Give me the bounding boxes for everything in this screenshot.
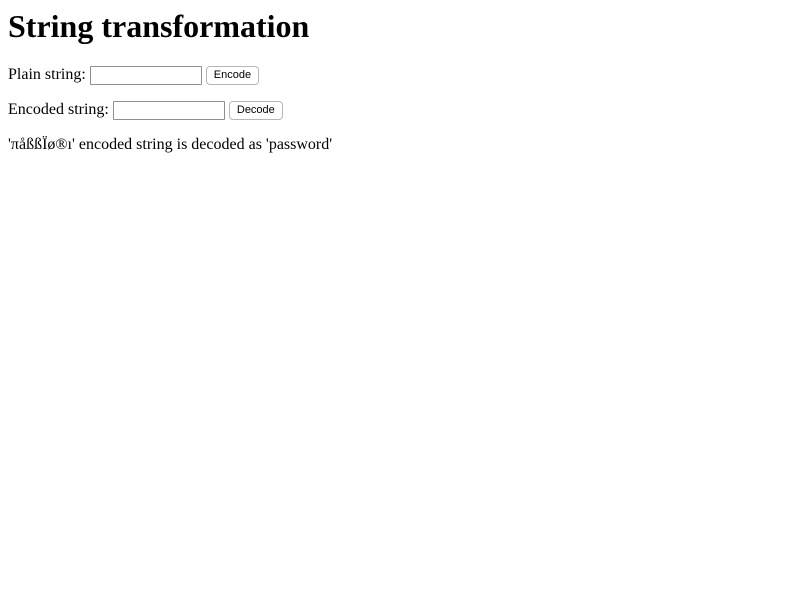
plain-string-label: Plain string: <box>8 66 86 83</box>
page: String transformation Plain string: Enco… <box>0 0 800 600</box>
result-row: 'πåßßÏø®ı' encoded string is decoded as … <box>8 133 332 157</box>
encoded-string-row: Encoded string: Decode <box>8 98 283 122</box>
plain-string-row: Plain string: Encode <box>8 63 260 87</box>
decode-button[interactable]: Decode <box>228 100 283 120</box>
plain-string-input[interactable] <box>89 65 202 85</box>
encoded-string-input[interactable] <box>112 100 225 120</box>
result-message: 'πåßßÏø®ı' encoded string is decoded as … <box>8 136 333 153</box>
encode-button[interactable]: Encode <box>205 65 260 85</box>
encoded-string-label: Encoded string: <box>8 101 109 118</box>
page-title: String transformation <box>8 8 310 44</box>
